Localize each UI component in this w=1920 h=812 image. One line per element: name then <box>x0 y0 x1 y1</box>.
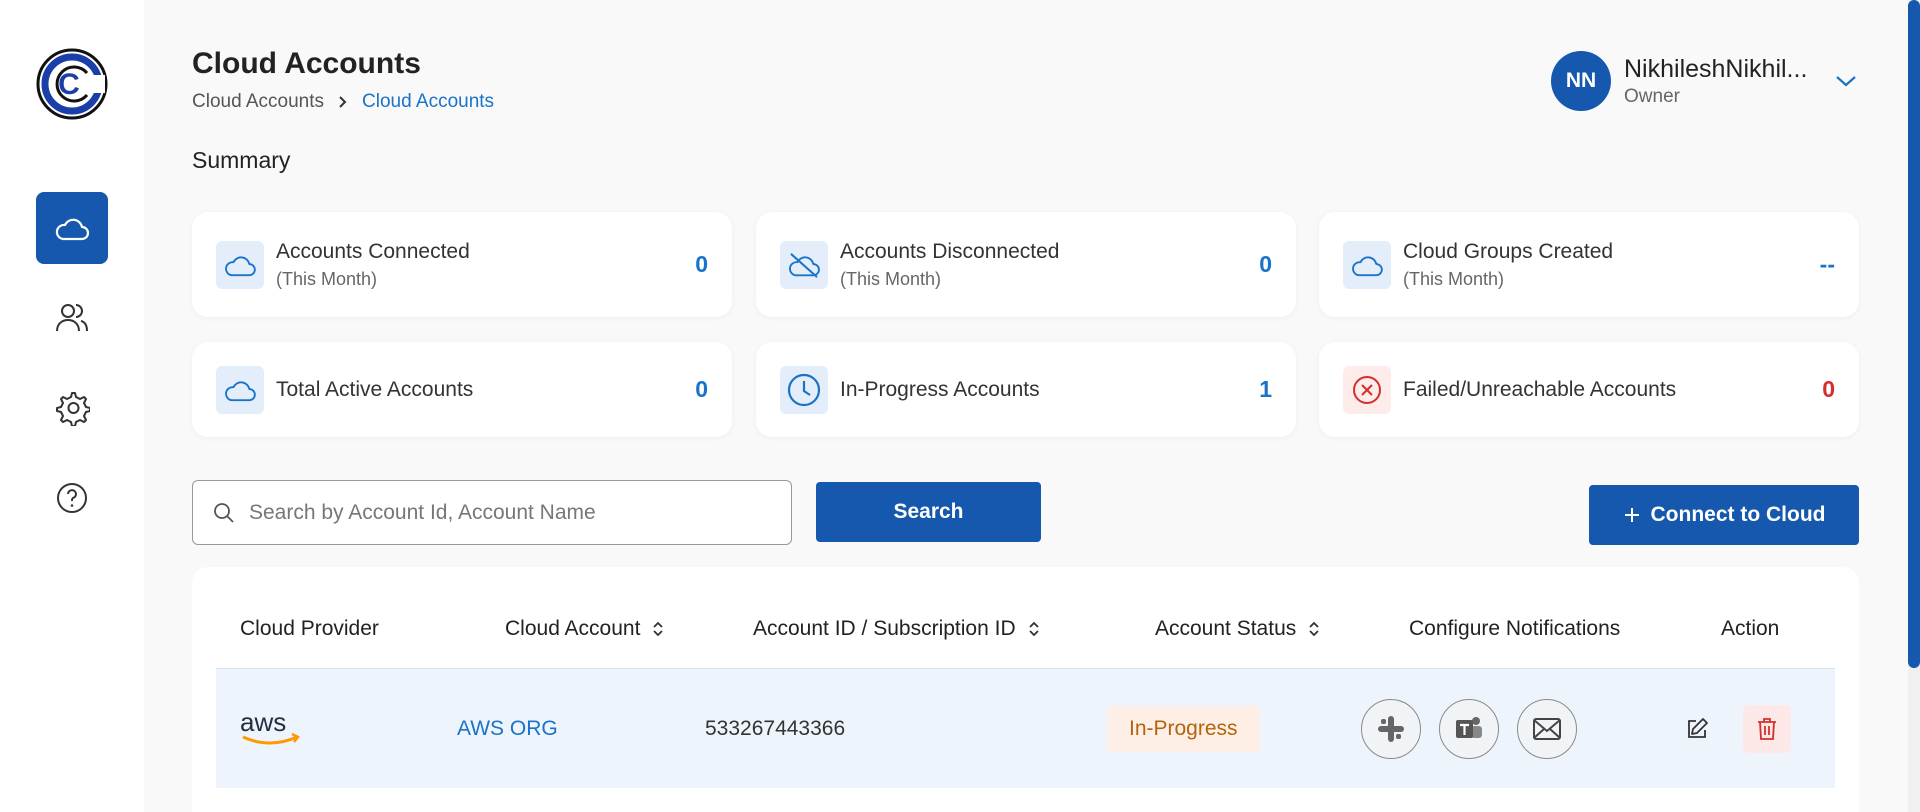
teams-notification-button[interactable] <box>1439 699 1499 759</box>
summary-card-cloud-groups-created: Cloud Groups Created (This Month) -- <box>1319 212 1859 317</box>
summary-card-accounts-connected: Accounts Connected (This Month) 0 <box>192 212 732 317</box>
search-field[interactable] <box>192 480 792 545</box>
cell-provider: aws <box>240 669 302 789</box>
user-role: Owner <box>1624 85 1680 107</box>
sort-icon[interactable] <box>1028 620 1040 638</box>
column-header-account-status[interactable]: Account Status <box>1155 617 1320 641</box>
aws-logo-icon: aws <box>240 709 300 745</box>
card-value: 0 <box>695 251 708 277</box>
sidebar-item-settings[interactable] <box>36 372 108 444</box>
chevron-down-icon[interactable] <box>1834 74 1858 88</box>
scrollbar-thumb[interactable] <box>1908 0 1920 668</box>
main-content: Cloud Accounts Cloud Accounts Cloud Acco… <box>144 0 1920 812</box>
cell-notifications <box>1361 669 1595 789</box>
edit-icon <box>1688 718 1708 738</box>
card-title: Cloud Groups Created <box>1403 239 1614 263</box>
breadcrumb-item[interactable]: Cloud Accounts <box>192 91 324 113</box>
card-title: Failed/Unreachable Accounts <box>1403 377 1677 401</box>
card-title: Accounts Disconnected <box>840 239 1060 263</box>
column-header-action: Action <box>1721 617 1780 640</box>
sidebar: C <box>0 0 144 812</box>
card-subtitle: (This Month) <box>1403 268 1505 289</box>
teams-icon <box>1456 717 1482 738</box>
cloud-icon <box>216 240 264 289</box>
cloud-icon <box>1343 240 1391 289</box>
slack-notification-button[interactable] <box>1361 699 1421 759</box>
plus-icon <box>1624 508 1639 522</box>
search-input[interactable] <box>249 500 769 525</box>
summary-card-accounts-disconnected: Accounts Disconnected (This Month) 0 <box>756 212 1296 317</box>
search-button[interactable]: Search <box>816 482 1041 542</box>
cloud-icon <box>216 365 264 414</box>
card-value: 0 <box>1822 376 1835 402</box>
gear-icon <box>56 392 90 426</box>
svg-text:aws: aws <box>240 709 286 737</box>
cell-account-status: In-Progress <box>1107 669 1260 789</box>
sidebar-item-help[interactable] <box>36 462 108 534</box>
card-title: Total Active Accounts <box>276 377 474 401</box>
sidebar-item-users[interactable] <box>36 282 108 354</box>
avatar: NN <box>1551 51 1611 111</box>
cloud-account-link[interactable]: AWS ORG <box>457 717 558 741</box>
cell-account-id: 533267443366 <box>705 717 846 740</box>
column-header-cloud-provider: Cloud Provider <box>240 617 379 640</box>
mail-icon <box>1533 718 1561 740</box>
chevron-right-icon <box>339 96 347 108</box>
cell-cloud-account[interactable]: AWS ORG <box>457 669 558 789</box>
sort-icon[interactable] <box>652 620 664 638</box>
card-value: 0 <box>1259 251 1272 277</box>
card-subtitle: (This Month) <box>840 268 942 289</box>
users-icon <box>56 304 88 332</box>
sidebar-item-cloud[interactable] <box>36 192 108 264</box>
user-menu[interactable]: NN NikhileshNikhil... Owner <box>1551 51 1858 111</box>
cloud-off-icon <box>780 240 828 289</box>
trash-icon <box>1758 718 1776 740</box>
card-value: 0 <box>695 376 708 402</box>
cell-actions <box>1673 669 1791 789</box>
logo-letter: C <box>58 68 80 101</box>
email-notification-button[interactable] <box>1517 699 1577 759</box>
status-badge: In-Progress <box>1107 706 1260 752</box>
summary-heading: Summary <box>192 147 291 173</box>
user-name: NikhileshNikhil... <box>1624 54 1808 83</box>
scrollbar[interactable] <box>1908 0 1920 812</box>
clock-icon <box>780 365 828 414</box>
column-header-account-id[interactable]: Account ID / Subscription ID <box>753 617 1040 641</box>
app-logo[interactable]: C <box>35 47 109 121</box>
accounts-table: Cloud Provider Cloud Account Account ID … <box>192 567 1859 812</box>
column-header-configure-notifications: Configure Notifications <box>1409 617 1621 640</box>
search-icon <box>214 502 234 523</box>
connect-to-cloud-button[interactable]: Connect to Cloud <box>1589 485 1859 545</box>
help-circle-icon <box>57 483 87 513</box>
summary-card-failed: Failed/Unreachable Accounts 0 <box>1319 342 1859 437</box>
breadcrumb-current[interactable]: Cloud Accounts <box>362 91 494 113</box>
card-title: Accounts Connected <box>276 239 470 263</box>
edit-button[interactable] <box>1673 705 1721 753</box>
card-value: 1 <box>1259 376 1272 402</box>
card-subtitle: (This Month) <box>276 268 378 289</box>
cloud-icon <box>55 218 90 241</box>
slack-icon <box>1378 716 1404 742</box>
breadcrumb: Cloud Accounts Cloud Accounts <box>192 91 494 113</box>
sort-icon[interactable] <box>1308 620 1320 638</box>
x-circle-icon <box>1343 365 1391 414</box>
summary-card-total-active: Total Active Accounts 0 <box>192 342 732 437</box>
page-title: Cloud Accounts <box>192 47 421 80</box>
column-header-cloud-account[interactable]: Cloud Account <box>505 617 664 641</box>
table-row: aws AWS ORG 533267443366 In-Progress <box>216 668 1835 788</box>
card-value: -- <box>1819 251 1835 277</box>
card-title: In-Progress Accounts <box>840 377 1040 401</box>
delete-button[interactable] <box>1743 705 1791 753</box>
summary-card-in-progress: In-Progress Accounts 1 <box>756 342 1296 437</box>
connect-button-label: Connect to Cloud <box>1650 503 1826 526</box>
